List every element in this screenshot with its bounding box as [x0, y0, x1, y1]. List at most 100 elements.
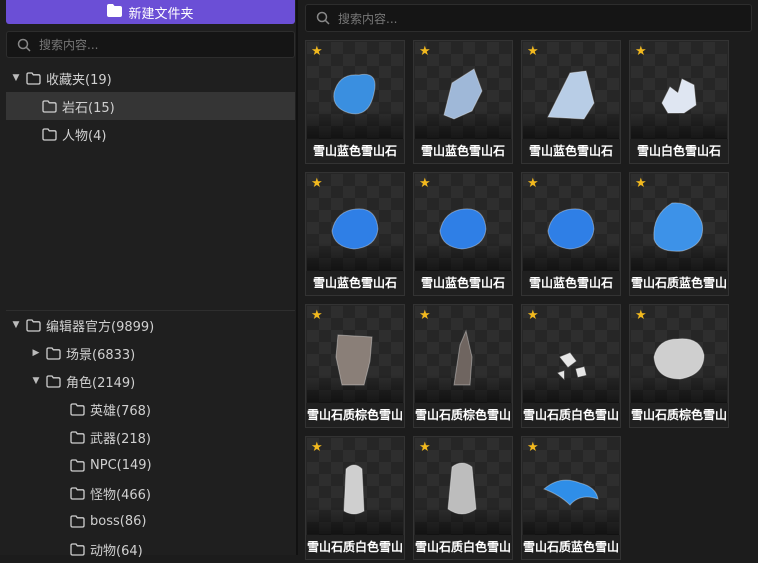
chevron-right-icon[interactable]: ▶	[30, 348, 42, 358]
search-placeholder: 搜索内容...	[39, 38, 99, 52]
asset-tile[interactable]: ★ 雪山蓝色雪山石	[305, 172, 405, 296]
asset-label: 雪山石质白色雪山	[414, 535, 512, 559]
asset-preview-icon	[661, 78, 697, 114]
asset-preview-icon	[653, 202, 704, 252]
asset-preview-icon	[653, 338, 705, 380]
folder-icon	[70, 514, 85, 528]
asset-tile[interactable]: ★ 雪山石质棕色雪山	[629, 304, 729, 428]
folder-icon	[70, 458, 85, 472]
tree-item-label: 怪物(466)	[90, 487, 151, 503]
folder-icon	[70, 402, 85, 416]
asset-preview-icon	[547, 70, 595, 120]
asset-tile[interactable]: ★ 雪山石质白色雪山	[521, 304, 621, 428]
star-icon[interactable]: ★	[635, 176, 647, 191]
asset-label: 雪山石质蓝色雪山	[630, 271, 728, 295]
asset-tile[interactable]: ★ 雪山蓝色雪山石	[413, 40, 513, 164]
new-folder-button[interactable]: 新建文件夹	[6, 0, 295, 24]
star-icon[interactable]: ★	[527, 176, 539, 191]
chevron-down-icon[interactable]: ▼	[10, 320, 22, 330]
star-icon[interactable]: ★	[419, 176, 431, 191]
search-icon	[17, 38, 31, 52]
asset-preview-icon	[543, 479, 599, 506]
search-placeholder: 搜索内容...	[338, 11, 398, 26]
tree-item-animals[interactable]: 动物(64)	[6, 535, 295, 563]
tree-item-scenes[interactable]: ▶ 场景(6833)	[6, 339, 295, 367]
star-icon[interactable]: ★	[635, 44, 647, 59]
star-icon[interactable]: ★	[635, 308, 647, 323]
chevron-down-icon[interactable]: ▼	[30, 376, 42, 386]
folder-icon	[70, 430, 85, 444]
star-icon[interactable]: ★	[311, 176, 323, 191]
tree-item-monsters[interactable]: 怪物(466)	[6, 479, 295, 507]
tree-item-heroes[interactable]: 英雄(768)	[6, 395, 295, 423]
star-icon[interactable]: ★	[527, 44, 539, 59]
folder-icon	[70, 486, 85, 500]
folder-icon	[26, 318, 41, 332]
asset-label: 雪山蓝色雪山石	[522, 139, 620, 163]
tree-item-label: NPC(149)	[90, 457, 152, 473]
asset-tile[interactable]: ★ 雪山石质棕色雪山	[413, 304, 513, 428]
asset-tile[interactable]: ★ 雪山白色雪山石	[629, 40, 729, 164]
asset-label: 雪山蓝色雪山石	[306, 139, 404, 163]
star-icon[interactable]: ★	[419, 440, 431, 455]
asset-preview-icon	[331, 208, 379, 250]
folder-icon	[107, 3, 123, 21]
folder-icon	[46, 346, 61, 360]
asset-label: 雪山石质棕色雪山	[306, 403, 404, 427]
tree-item-boss[interactable]: boss(86)	[6, 507, 295, 535]
asset-preview-icon	[447, 462, 477, 515]
asset-tile[interactable]: ★ 雪山蓝色雪山石	[305, 40, 405, 164]
tree-item-label: 人物(4)	[62, 128, 107, 144]
asset-tile[interactable]: ★ 雪山石质棕色雪山	[305, 304, 405, 428]
asset-label: 雪山石质白色雪山	[306, 535, 404, 559]
tree-item-label: 岩石(15)	[62, 100, 115, 116]
star-icon[interactable]: ★	[311, 440, 323, 455]
tree-item-label: 武器(218)	[90, 431, 151, 447]
star-icon[interactable]: ★	[419, 44, 431, 59]
asset-label: 雪山石质棕色雪山	[414, 403, 512, 427]
tree-item-label: boss(86)	[90, 513, 147, 529]
asset-preview-icon	[333, 73, 376, 115]
asset-tree-panel: 新建文件夹 搜索内容... ▼ 收藏夹(19) 岩石(15) 人物(4) ▼ 编…	[0, 0, 297, 559]
tree-item-label: 收藏夹(19)	[46, 72, 112, 88]
asset-tile[interactable]: ★ 雪山石质白色雪山	[413, 436, 513, 560]
tree-item-rocks[interactable]: 岩石(15)	[6, 92, 295, 120]
asset-tile[interactable]: ★ 雪山石质蓝色雪山	[521, 436, 621, 560]
star-icon[interactable]: ★	[527, 308, 539, 323]
star-icon[interactable]: ★	[311, 44, 323, 59]
asset-label: 雪山蓝色雪山石	[414, 139, 512, 163]
asset-tile[interactable]: ★ 雪山蓝色雪山石	[413, 172, 513, 296]
asset-label: 雪山石质白色雪山	[522, 403, 620, 427]
asset-label: 雪山石质棕色雪山	[630, 403, 728, 427]
folder-icon	[42, 127, 57, 141]
asset-preview-icon	[439, 208, 487, 250]
asset-tile[interactable]: ★ 雪山蓝色雪山石	[521, 172, 621, 296]
panel-splitter[interactable]	[296, 0, 298, 555]
tree-item-npc[interactable]: NPC(149)	[6, 451, 295, 479]
star-icon[interactable]: ★	[527, 440, 539, 455]
asset-preview-icon	[557, 352, 587, 381]
folder-icon	[70, 542, 85, 556]
tree-item-favorites[interactable]: ▼ 收藏夹(19)	[6, 64, 295, 92]
asset-preview-icon	[443, 68, 483, 120]
new-folder-label: 新建文件夹	[128, 6, 194, 22]
tree-item-label: 角色(2149)	[66, 375, 136, 391]
chevron-down-icon[interactable]: ▼	[10, 73, 22, 83]
tree-item-roles[interactable]: ▼ 角色(2149)	[6, 367, 295, 395]
star-icon[interactable]: ★	[419, 308, 431, 323]
asset-tile[interactable]: ★ 雪山蓝色雪山石	[521, 40, 621, 164]
asset-tile[interactable]: ★ 雪山石质蓝色雪山	[629, 172, 729, 296]
tree-item-label: 场景(6833)	[66, 347, 136, 363]
asset-label: 雪山蓝色雪山石	[306, 271, 404, 295]
tree-item-weapons[interactable]: 武器(218)	[6, 423, 295, 451]
asset-label: 雪山蓝色雪山石	[414, 271, 512, 295]
asset-tile[interactable]: ★ 雪山石质白色雪山	[305, 436, 405, 560]
search-icon	[316, 11, 330, 25]
tree-item-characters-fav[interactable]: 人物(4)	[6, 120, 295, 148]
tree-item-label: 编辑器官方(9899)	[46, 319, 155, 335]
folder-icon	[46, 374, 61, 388]
tree-item-official[interactable]: ▼ 编辑器官方(9899)	[6, 311, 295, 339]
tree-search-input[interactable]: 搜索内容...	[6, 31, 295, 58]
star-icon[interactable]: ★	[311, 308, 323, 323]
asset-search-input[interactable]: 搜索内容...	[305, 4, 752, 32]
